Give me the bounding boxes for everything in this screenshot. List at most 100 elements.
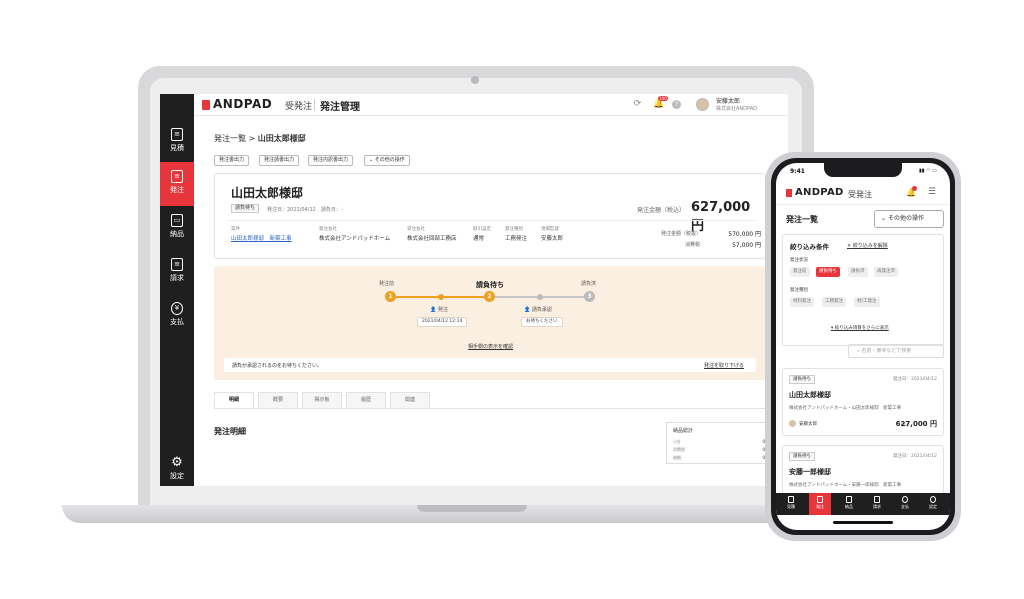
nav-item-estimate[interactable]: 見積 [780,493,802,515]
output-order-button[interactable]: 発注書出力 [214,155,250,166]
chip-before-order[interactable]: 発注前 [790,267,810,277]
chevron-down-icon: ⌄ [881,215,888,222]
step-2-dot: 2 [484,291,495,302]
nav-item-settings[interactable]: 設定 [922,493,944,515]
row-label: 小計 [673,439,681,444]
tab-history[interactable]: 履歴 [346,392,386,408]
order-price: 627,000 円 [895,420,937,428]
sidebar-item-delivery[interactable]: ▭ 納品 [160,206,194,250]
withdraw-order-link[interactable]: 発注を取り下げる [704,362,744,369]
filter-panel: 絞り込み条件 × 絞り込みを解除 発注状況 発注前 請負待ち 請負済 再発注済 … [782,234,944,346]
nav-item-invoice[interactable]: 請求 [866,493,888,515]
other-actions-button[interactable]: ⌄ その他の操作 [874,210,944,228]
order-summary-card: 山田太郎様邸 請負待ち 発注日：2021/04/12 請負日：- 発注金額（税込… [214,173,766,259]
breadcrumb-current: 山田太郎様邸 [257,134,306,143]
brand-logo[interactable]: ANDPAD [795,187,844,198]
grand-total-row: 総額0円 [673,455,769,461]
step-1-dot: 1 [385,291,396,302]
field-value: 株式会社回部工務店 [407,236,457,242]
user-company: 株式会社ANDPAD [716,106,757,112]
chip-material-construction-order[interactable]: 材/工発注 [854,297,880,307]
signal-battery-icon: ▮▮ ◠ ▭ [919,168,937,174]
chip-contracted[interactable]: 請負済 [848,267,868,277]
status-filter-label: 発注状況 [790,258,808,263]
field-order-type: 発注種別 工務発注 [505,226,527,242]
project-link[interactable]: 山田太郎様邸 新築工事 [231,234,292,242]
nav-item-order[interactable]: 発注 [809,493,831,515]
device-mockup: ≡ 見積 ≡ 発注 ▭ 納品 ≡ 請求 ¥ 支払 ⚙ 設定 ANDPAD 受発注… [0,0,1024,599]
sidebar-item-label: 設定 [170,472,184,480]
nav-item-payment[interactable]: 支払 [894,493,916,515]
help-icon[interactable]: ? [672,100,681,109]
status-message-box: 請負が承認されるのをお待ちください。 発注を取り下げる [224,358,756,372]
step-before-label: 発注前 [379,281,395,287]
other-actions-button[interactable]: ⌄ その他の操作 [364,155,410,166]
field-value: 株式会社アンドパッドホーム [319,236,391,242]
page-title: 発注一覧 [786,215,818,224]
user-name[interactable]: 安藤太郎 [716,96,740,105]
tab-details[interactable]: 明細 [214,392,254,408]
sidebar-item-order[interactable]: ≡ 発注 [160,162,194,206]
step-1-label: 👤 発注 [430,306,448,313]
person-name: 安藤太郎 [799,422,817,427]
sidebar-item-label: 支払 [170,318,184,326]
chip-material-order[interactable]: 材料発注 [790,297,814,307]
avatar[interactable] [696,98,709,111]
delivery-total-title: 納品総計 [673,428,694,434]
chip-awaiting-contract[interactable]: 請負待ち [816,267,840,277]
document-icon: ≡ [171,128,183,141]
chip-reordered[interactable]: 再発注済 [874,267,898,277]
field-ordering-company: 発注会社株式会社アンドパッドホーム [319,226,390,242]
field-label: 発注会社 [319,227,337,232]
partner-view-link[interactable]: 相手側の表示を確認 [468,343,513,350]
sync-icon[interactable]: ⟳ [632,99,643,110]
subtotal-row: 小計0円 [673,439,769,445]
sidebar-item-settings[interactable]: ⚙ 設定 [160,448,194,486]
field-value: 通常 [473,236,485,242]
order-date: 発注日：2021/04/12 [893,377,937,382]
breadcrumb-parent-link[interactable]: 発注一覧 [214,134,246,143]
field-trade-setting: 取引設定 通常 [473,226,491,242]
order-document-icon: ≡ [171,170,183,183]
yen-icon: ¥ [171,302,183,315]
field-project: 案件 山田太郎様邸 新築工事 [231,226,292,242]
step-3-dot: 3 [584,291,595,302]
field-label: 発注種別 [505,227,523,232]
tab-related[interactable]: 関連 [390,392,430,408]
field-value: 安藤太郎 [541,236,564,242]
breadcrumb-separator: > [248,134,256,143]
tax-total-row: 消費税0円 [673,447,769,453]
chip-construction-order[interactable]: 工務発注 [822,297,846,307]
status-badge: 請負待ち [231,204,260,213]
document-icon [788,496,794,503]
gear-icon: ⚙ [171,455,183,470]
sidebar-item-estimate[interactable]: ≡ 見積 [160,120,194,164]
delivery-total-box: 納品総計 小計0円 消費税0円 総額0円 [666,422,776,464]
output-detail-button[interactable]: 発注内訳書出力 [308,155,354,166]
sidebar-item-invoice[interactable]: ≡ 請求 [160,250,194,294]
nav-item-delivery[interactable]: 納品 [838,493,860,515]
tabs-divider [214,408,766,409]
sidebar-item-label: 見積 [170,144,184,152]
nav-label: 支払 [901,504,909,509]
more-filters-link[interactable]: ▾ 絞り込み項目をさらに表示 [831,325,889,331]
field-receiving-company: 受注会社 株式会社回部工務店 [407,226,457,242]
search-input[interactable]: ⌕ 名前・備考などで検索 [848,344,944,358]
sidebar-item-payment[interactable]: ¥ 支払 [160,294,194,338]
order-status-panel: 発注前 請負待ち 請負済 1 2 3 👤 発注 2021/04/12 12:14… [214,266,766,380]
invoice-icon: ≡ [171,258,183,271]
sidebar: ≡ 見積 ≡ 発注 ▭ 納品 ≡ 請求 ¥ 支払 ⚙ 設定 [160,94,194,486]
hamburger-menu-icon[interactable]: ☰ [928,187,936,197]
bell-icon[interactable]: 🔔 100 [653,96,668,110]
brand-logo[interactable]: ANDPAD [213,97,272,111]
output-receipt-button[interactable]: 発注請書出力 [259,155,300,166]
header-divider [314,99,315,111]
order-title: 山田太郎様邸 [789,391,831,399]
order-list-item[interactable]: 請負待ち 発注日：2021/04/12 山田太郎様邸 株式会社アンドパッドホーム… [782,368,944,436]
laptop-notch [417,505,527,512]
tab-overview[interactable]: 概要 [258,392,298,408]
tab-board[interactable]: 掲示板 [302,392,342,408]
user-icon: 👤 [524,307,531,313]
step-2-label: 👤 請負承認 [524,306,552,313]
filter-clear-link[interactable]: × 絞り込みを解除 [847,242,888,249]
